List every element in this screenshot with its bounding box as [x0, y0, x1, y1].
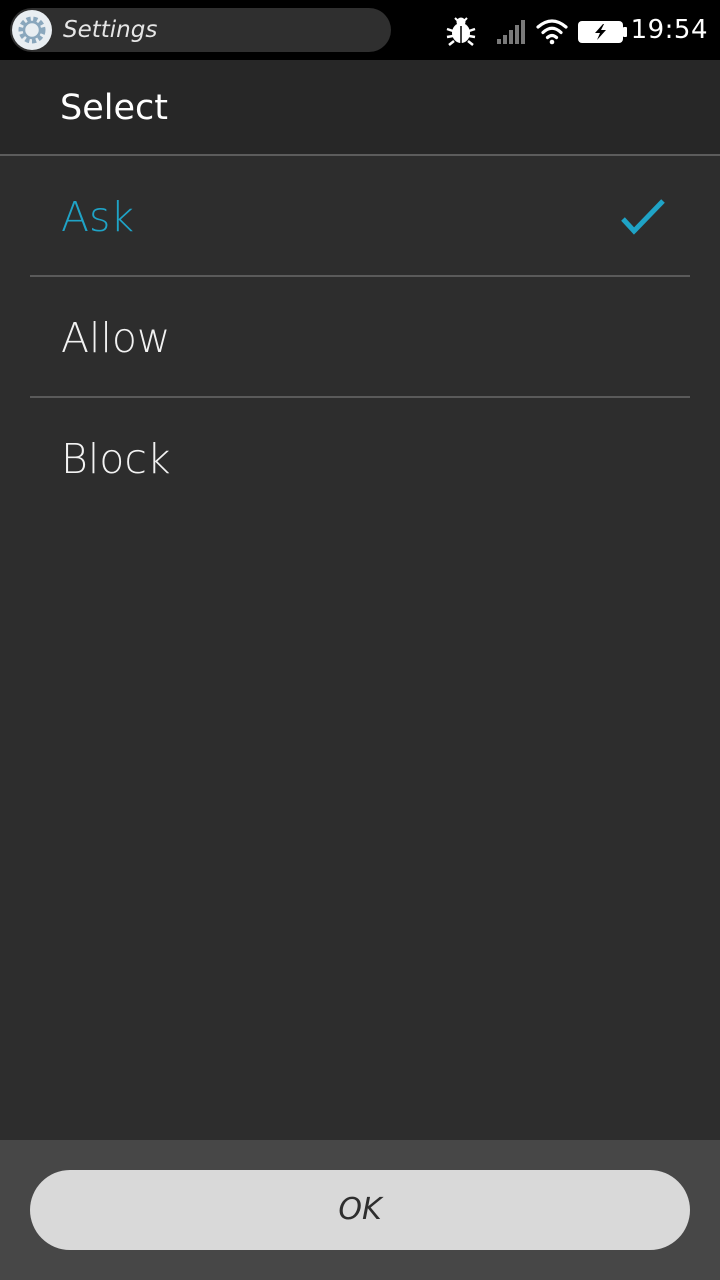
- option-ask[interactable]: Ask: [0, 156, 720, 277]
- option-block[interactable]: Block: [0, 398, 720, 519]
- checkmark-icon: [620, 198, 666, 240]
- app-title-pill[interactable]: Settings: [10, 8, 391, 52]
- signal-strength-icon: [497, 19, 527, 49]
- clock: 19:54: [630, 15, 708, 45]
- dialog-footer: OK: [0, 1140, 720, 1280]
- option-label: Block: [61, 435, 171, 483]
- status-bar: Settings 19:54: [0, 0, 720, 60]
- option-allow[interactable]: Allow: [0, 277, 720, 398]
- dialog-header: Select: [0, 60, 720, 154]
- settings-gear-icon: [12, 10, 52, 50]
- wifi-icon: [536, 17, 568, 49]
- app-title: Settings: [63, 17, 158, 43]
- battery-charging-icon: [578, 21, 628, 47]
- option-label: Allow: [61, 314, 171, 362]
- dialog-title: Select: [60, 88, 168, 128]
- options-list: Ask Allow Block: [0, 156, 720, 519]
- option-label: Ask: [61, 193, 135, 241]
- ok-button[interactable]: OK: [30, 1170, 690, 1250]
- debug-bug-icon: [446, 16, 476, 50]
